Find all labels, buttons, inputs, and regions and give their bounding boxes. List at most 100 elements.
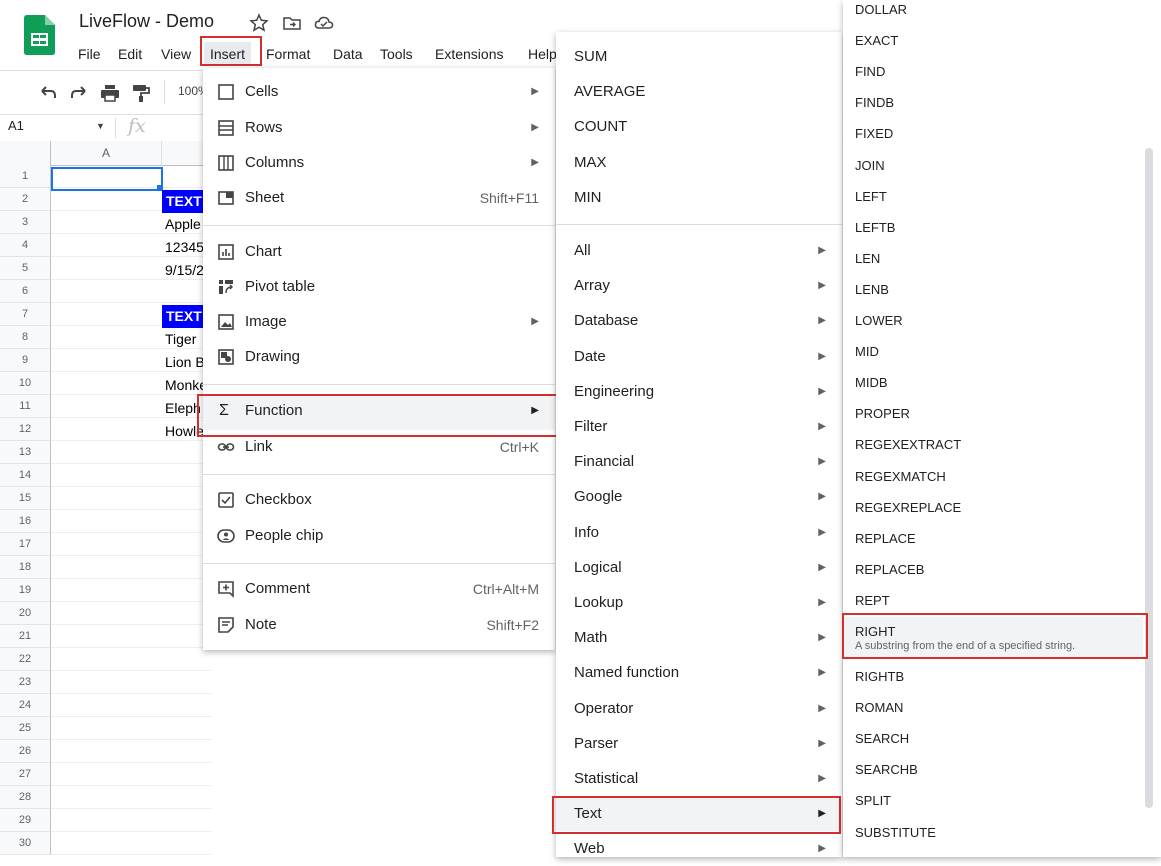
row-header-22[interactable]: 22 [0,648,51,671]
function-sum-item[interactable]: SUM [556,40,842,74]
row-header-25[interactable]: 25 [0,717,51,740]
category-financial-item[interactable]: Financial ▶ [556,445,842,479]
row-header-21[interactable]: 21 [0,625,51,648]
category-array-item[interactable]: Array ▶ [556,269,842,303]
row-header-23[interactable]: 23 [0,671,51,694]
chevron-down-icon[interactable]: ▼ [96,121,105,131]
select-all-corner[interactable] [0,141,51,166]
row-header-26[interactable]: 26 [0,740,51,763]
insert-rows-item[interactable]: Rows ▶ [203,111,555,145]
menu-extensions[interactable]: Extensions [429,42,509,66]
insert-drawing-item[interactable]: Drawing [203,340,555,374]
sheets-logo[interactable] [24,15,55,55]
cell-b5[interactable]: 9/15/2 [165,259,205,282]
document-title[interactable]: LiveFlow - Demo [79,11,214,32]
text-fn-regexreplace-item[interactable]: REGEXREPLACE [843,493,1143,523]
star-icon[interactable] [249,13,269,33]
cloud-saved-icon[interactable] [314,13,334,33]
insert-people-chip-item[interactable]: People chip [203,519,555,553]
print-icon[interactable] [99,82,121,104]
row-header-5[interactable]: 5 [0,257,51,280]
category-all-item[interactable]: All ▶ [556,234,842,268]
row-header-1[interactable]: 1 [0,165,51,188]
text-fn-fixed-item[interactable]: FIXED [843,119,1143,149]
text-fn-leftb-item[interactable]: LEFTB [843,213,1143,243]
text-fn-search-item[interactable]: SEARCH [843,724,1143,754]
menu-view[interactable]: View [155,42,197,66]
menu-format[interactable]: Format [260,42,316,66]
menu-data[interactable]: Data [327,42,369,66]
category-google-item[interactable]: Google ▶ [556,480,842,514]
column-header-a[interactable]: A [51,141,162,166]
text-fn-lenb-item[interactable]: LENB [843,275,1143,305]
function-count-item[interactable]: COUNT [556,110,842,144]
text-fn-findb-item[interactable]: FINDB [843,88,1143,118]
menu-edit[interactable]: Edit [112,42,148,66]
text-fn-searchb-item[interactable]: SEARCHB [843,755,1143,785]
text-fn-dollar-item[interactable]: DOLLAR [843,0,1143,25]
insert-cells-item[interactable]: Cells ▶ [203,75,555,109]
row-header-7[interactable]: 7 [0,303,51,326]
row-header-17[interactable]: 17 [0,533,51,556]
row-header-19[interactable]: 19 [0,579,51,602]
row-header-30[interactable]: 30 [0,832,51,855]
row-header-27[interactable]: 27 [0,763,51,786]
function-max-item[interactable]: MAX [556,146,842,180]
insert-note-item[interactable]: Note Shift+F2 [203,608,555,642]
text-fn-roman-item[interactable]: ROMAN [843,693,1143,723]
row-header-13[interactable]: 13 [0,441,51,464]
row-header-2[interactable]: 2 [0,188,51,211]
redo-icon[interactable] [68,82,90,104]
text-fn-proper-item[interactable]: PROPER [843,399,1143,429]
row-header-16[interactable]: 16 [0,510,51,533]
category-date-item[interactable]: Date ▶ [556,340,842,374]
cell-b4[interactable]: 12345 [165,236,205,259]
insert-chart-item[interactable]: Chart [203,235,555,269]
category-operator-item[interactable]: Operator ▶ [556,692,842,726]
category-database-item[interactable]: Database ▶ [556,304,842,338]
row-header-28[interactable]: 28 [0,786,51,809]
submenu-scrollbar[interactable] [1145,148,1153,808]
row-header-18[interactable]: 18 [0,556,51,579]
insert-comment-item[interactable]: Comment Ctrl+Alt+M [203,572,555,606]
cell-b2[interactable]: TEXT [162,190,204,213]
function-average-item[interactable]: AVERAGE [556,75,842,109]
cell-b9[interactable]: Lion B [165,351,205,374]
row-header-3[interactable]: 3 [0,211,51,234]
category-math-item[interactable]: Math ▶ [556,621,842,655]
text-fn-rept-item[interactable]: REPT [843,586,1143,616]
insert-checkbox-item[interactable]: Checkbox [203,483,555,517]
insert-image-item[interactable]: Image ▶ [203,305,555,339]
insert-columns-item[interactable]: Columns ▶ [203,146,555,180]
function-min-item[interactable]: MIN [556,181,842,215]
row-header-9[interactable]: 9 [0,349,51,372]
category-lookup-item[interactable]: Lookup ▶ [556,586,842,620]
category-statistical-item[interactable]: Statistical ▶ [556,762,842,796]
text-fn-regexextract-item[interactable]: REGEXEXTRACT [843,430,1143,460]
text-fn-join-item[interactable]: JOIN [843,151,1143,181]
name-box[interactable]: A1 [8,118,24,133]
row-header-6[interactable]: 6 [0,280,51,303]
row-header-12[interactable]: 12 [0,418,51,441]
text-fn-exact-item[interactable]: EXACT [843,26,1143,56]
category-named-function-item[interactable]: Named function ▶ [556,656,842,690]
text-fn-len-item[interactable]: LEN [843,244,1143,274]
cell-b7[interactable]: TEXT [162,305,204,328]
cell-b3[interactable]: Apple [165,213,205,236]
row-header-20[interactable]: 20 [0,602,51,625]
row-header-10[interactable]: 10 [0,372,51,395]
category-engineering-item[interactable]: Engineering ▶ [556,375,842,409]
text-fn-midb-item[interactable]: MIDB [843,368,1143,398]
row-header-4[interactable]: 4 [0,234,51,257]
text-fn-replaceb-item[interactable]: REPLACEB [843,555,1143,585]
row-header-11[interactable]: 11 [0,395,51,418]
menu-file[interactable]: File [72,42,107,66]
category-parser-item[interactable]: Parser ▶ [556,727,842,761]
text-fn-substitute-item[interactable]: SUBSTITUTE [843,818,1143,848]
menu-tools[interactable]: Tools [374,42,419,66]
move-folder-icon[interactable] [282,13,302,33]
text-fn-mid-item[interactable]: MID [843,337,1143,367]
category-filter-item[interactable]: Filter ▶ [556,410,842,444]
insert-sheet-item[interactable]: Sheet Shift+F11 [203,181,555,215]
category-logical-item[interactable]: Logical ▶ [556,551,842,585]
